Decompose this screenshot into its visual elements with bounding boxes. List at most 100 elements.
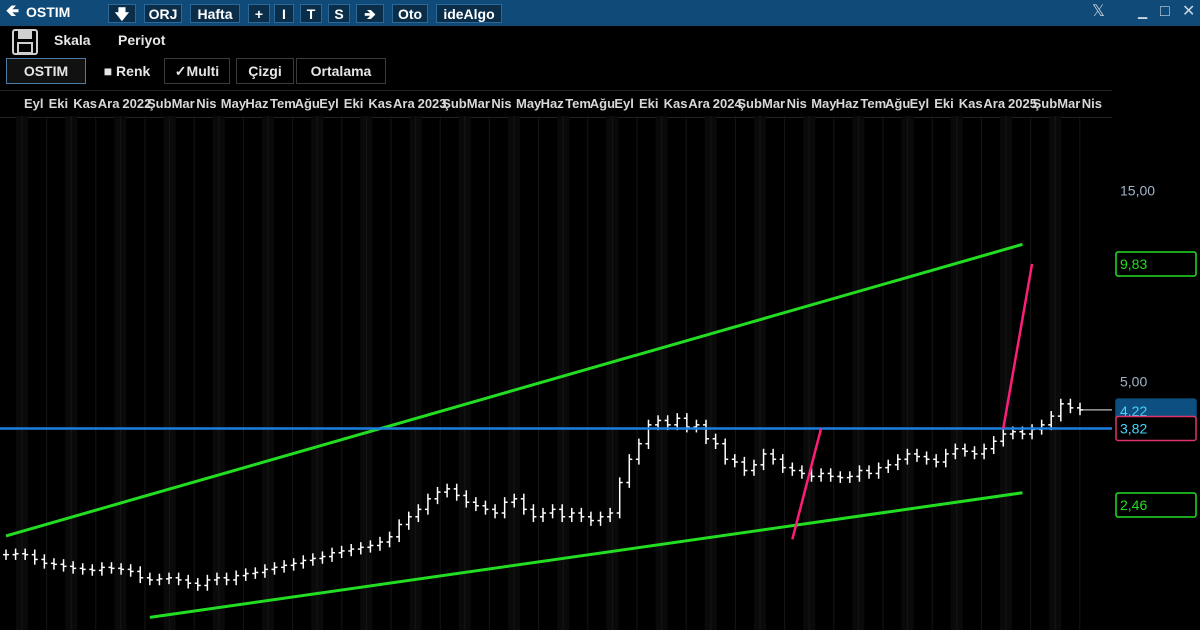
- ohlc-bar: [175, 572, 182, 586]
- ohlc-bar: [108, 562, 115, 574]
- y-tick-label: 15,00: [1120, 182, 1155, 198]
- ohlc-bar: [913, 448, 920, 462]
- price-label: 3,82: [1115, 415, 1197, 442]
- x-tick-label: Eki: [344, 96, 364, 111]
- back-arrow-icon[interactable]: 🡸: [6, 2, 19, 22]
- x-tick-label: Eyl: [319, 96, 339, 111]
- button-t[interactable]: T: [300, 4, 322, 23]
- ohlc-bar: [290, 558, 297, 571]
- ohlc-bar: [453, 483, 460, 501]
- x-tick-label: May: [811, 96, 837, 111]
- ohlc-bar: [645, 419, 652, 449]
- ohlc-bar: [3, 549, 9, 560]
- ohlc-bar: [492, 504, 499, 519]
- ohlc-bar: [185, 574, 192, 589]
- price-axis-labels: 15,005,009,834,223,822,46: [1115, 182, 1197, 518]
- x-tick-label: Şub: [1033, 96, 1058, 111]
- symbol-label[interactable]: OSTIM: [26, 4, 70, 20]
- ohlc-bar: [568, 507, 575, 523]
- ohlc-bar: [1029, 424, 1036, 440]
- ohlc-bar: [885, 459, 892, 473]
- ohlc-bar: [386, 531, 393, 548]
- tab-ostim[interactable]: OSTIM: [6, 58, 86, 84]
- ohlc-bar: [961, 443, 968, 457]
- ohlc-bar: [1038, 419, 1045, 435]
- time-axis: Eyl Eki Kas Ara 2022 Şub Mar Nis May Haz Tem Ağu Eyl…: [0, 90, 1112, 118]
- tab-multi[interactable]: ✓Multi: [164, 58, 230, 84]
- ohlc-bar: [434, 486, 441, 505]
- x-tick-label: Ara: [688, 96, 710, 111]
- ohlc-bar: [722, 438, 729, 465]
- button-orj[interactable]: ORJ: [144, 4, 182, 23]
- x-tick-label: Eki: [934, 96, 954, 111]
- x-tick-label: Kas: [959, 96, 983, 111]
- ohlc-bar: [89, 564, 96, 576]
- price-label: 9,83: [1115, 251, 1197, 277]
- x-tick-label: Ara: [393, 96, 415, 111]
- ohlc-bar: [156, 573, 163, 586]
- ohlc-bar: [540, 507, 546, 523]
- x-tick-label: Tem: [270, 96, 296, 111]
- ohlc-bar: [348, 543, 355, 557]
- button-oto[interactable]: Oto: [392, 4, 428, 23]
- x-logo-icon[interactable]: 𝕏: [1092, 2, 1105, 22]
- download-arrow-icon[interactable]: 🡇: [108, 4, 136, 23]
- close-icon[interactable]: ✕: [1182, 2, 1195, 22]
- scale-button[interactable]: Skala: [54, 32, 91, 48]
- tab-ortalama[interactable]: Ortalama: [296, 58, 386, 84]
- ohlc-bar: [789, 462, 796, 476]
- ohlc-bar: [923, 451, 930, 465]
- maximize-icon[interactable]: □: [1160, 2, 1170, 22]
- price-label-text: 3,82: [1120, 420, 1147, 436]
- x-tick-label: Kas: [73, 96, 97, 111]
- price-label-text: 2,46: [1120, 497, 1147, 513]
- x-tick-label: Tem: [565, 96, 591, 111]
- ohlc-bar: [50, 558, 57, 570]
- tab-cizgi[interactable]: Çizgi: [236, 58, 294, 84]
- x-tick-label: Ağu: [590, 96, 615, 111]
- ohlc-bar: [501, 497, 508, 519]
- ohlc-bar: [520, 493, 527, 515]
- button-hafta[interactable]: Hafta: [190, 4, 240, 23]
- channel-lower-line: [149, 491, 1023, 619]
- period-button[interactable]: Periyot: [118, 32, 165, 48]
- right-arrow-icon[interactable]: 🡺: [356, 4, 384, 23]
- ohlc-bar: [146, 572, 153, 586]
- ohlc-bar: [204, 574, 211, 591]
- x-tick-label: Haz: [245, 96, 269, 111]
- ohlc-bar: [837, 471, 844, 483]
- button-plus[interactable]: +: [248, 4, 270, 23]
- ohlc-bar: [530, 504, 537, 523]
- button-idealgo[interactable]: ideAlgo: [436, 4, 502, 23]
- ohlc-bar: [626, 454, 633, 488]
- price-chart[interactable]: [0, 116, 1112, 630]
- ohlc-bar: [578, 507, 585, 523]
- ohlc-bar: [866, 465, 873, 479]
- minimize-icon[interactable]: ▁: [1138, 2, 1147, 22]
- ohlc-bar: [770, 448, 777, 465]
- x-tick-label: Haz: [836, 96, 860, 111]
- ohlc-bar: [933, 454, 940, 468]
- ohlc-bar: [942, 448, 949, 468]
- ohlc-bar: [693, 419, 700, 433]
- tab-bar: OSTIM ■ Renk ✓Multi Çizgi Ortalama: [0, 58, 1200, 86]
- x-tick-label: Mar: [762, 96, 785, 111]
- save-icon[interactable]: [12, 29, 38, 55]
- button-i[interactable]: I: [274, 4, 294, 23]
- ohlc-bar: [424, 493, 431, 515]
- ohlc-bar: [875, 462, 882, 479]
- ohlc-bar: [233, 570, 240, 586]
- ohlc-bar: [338, 545, 345, 559]
- x-tick-label: Eyl: [24, 96, 44, 111]
- button-s[interactable]: S: [328, 4, 350, 23]
- x-tick-label: Ara: [98, 96, 120, 111]
- ohlc-bar: [31, 549, 38, 565]
- x-tick-label: Ara: [983, 96, 1005, 111]
- price-label-text: 9,83: [1120, 256, 1147, 272]
- ohlc-bar: [894, 454, 901, 471]
- ohlc-bar: [971, 446, 978, 460]
- x-tick-label: Nis: [1082, 96, 1102, 111]
- tab-renk[interactable]: ■ Renk: [96, 58, 158, 84]
- ohlc-bar: [549, 504, 556, 519]
- x-tick-label: Şub: [442, 96, 467, 111]
